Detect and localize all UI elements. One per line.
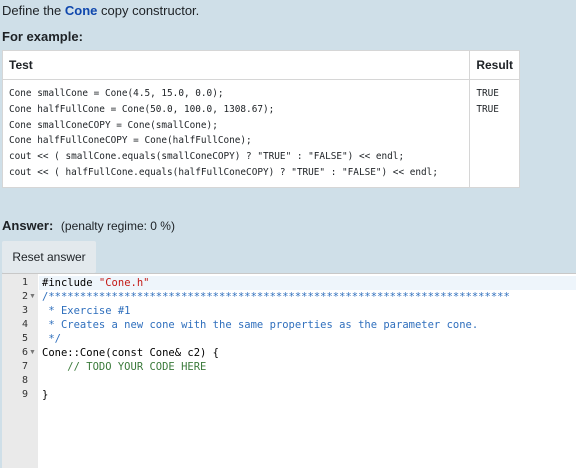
code-editor[interactable]: 1 #include "Cone.h" 2 ▼ /***************…: [2, 273, 576, 468]
line-code: * Creates a new cone with the same prope…: [42, 319, 479, 331]
editor-line[interactable]: 6 ▼ Cone::Cone(const Cone& c2) {: [22, 346, 576, 360]
prompt-suffix: copy constructor.: [101, 3, 200, 18]
line-number: 5: [21, 333, 28, 344]
line-number: 9: [21, 389, 28, 400]
examples-header-row: Test Result: [1, 50, 520, 80]
test-line: Cone halfFullCone = Cone(50.0, 100.0, 13…: [9, 103, 275, 115]
line-number: 6: [21, 347, 28, 358]
line-number: 2: [21, 291, 28, 302]
editor-line[interactable]: 9 }: [22, 388, 576, 402]
examples-table: Test Result Cone smallCone = Cone(4.5, 1…: [1, 50, 520, 188]
editor-line[interactable]: 2 ▼ /***********************************…: [22, 290, 576, 304]
editor-line[interactable]: 8: [22, 374, 576, 388]
test-line: Cone halfFullConeCOPY = Cone(halfFullCon…: [9, 135, 252, 147]
test-line: Cone smallConeCOPY = Cone(smallCone);: [9, 119, 218, 131]
prompt-prefix: Define the: [2, 3, 62, 18]
header-result: Result: [469, 50, 520, 80]
line-number: 7: [21, 361, 28, 372]
editor-line[interactable]: 5 */: [22, 332, 576, 346]
editor-code-area[interactable]: 1 #include "Cone.h" 2 ▼ /***************…: [22, 274, 576, 468]
fold-arrow-icon[interactable]: ▼: [29, 346, 36, 360]
result-cell: TRUE TRUE: [469, 79, 520, 188]
answer-heading: Answer: (penalty regime: 0 %): [2, 218, 175, 233]
test-cell: Cone smallCone = Cone(4.5, 15.0, 0.0); C…: [1, 79, 471, 188]
editor-line[interactable]: 1 #include "Cone.h": [22, 276, 576, 290]
example-row: Cone smallCone = Cone(4.5, 15.0, 0.0); C…: [1, 79, 520, 188]
penalty-regime: (penalty regime: 0 %): [60, 219, 175, 233]
editor-line[interactable]: 4 * Creates a new cone with the same pro…: [22, 318, 576, 332]
line-code: * Exercise #1: [42, 305, 131, 317]
result-line: TRUE: [476, 88, 499, 99]
result-line: TRUE: [476, 103, 499, 115]
line-code: // TODO YOUR CODE HERE: [42, 361, 207, 373]
test-line: cout << ( smallCone.equals(smallConeCOPY…: [9, 151, 405, 163]
fold-arrow-icon[interactable]: ▼: [29, 290, 36, 304]
reset-answer-button[interactable]: Reset answer: [2, 241, 96, 273]
line-code: }: [42, 389, 49, 401]
question-prompt: Define the Cone copy constructor.: [2, 3, 199, 18]
test-line: Cone smallCone = Cone(4.5, 15.0, 0.0);: [9, 88, 224, 99]
line-number: 8: [21, 375, 28, 386]
line-code: Cone::Cone(const Cone& c2) {: [42, 347, 220, 359]
prompt-class-name: Cone: [64, 3, 98, 18]
line-number: 4: [21, 319, 28, 330]
line-number: 3: [21, 305, 28, 316]
line-code: */: [42, 333, 61, 345]
line-code: #include "Cone.h": [42, 277, 150, 289]
line-code: /***************************************…: [42, 291, 510, 303]
test-line: cout << ( halfFullCone.equals(halfFullCo…: [9, 166, 438, 178]
line-number: 1: [21, 277, 28, 288]
answer-label: Answer:: [2, 218, 54, 233]
editor-line[interactable]: 7 // TODO YOUR CODE HERE: [22, 360, 576, 374]
editor-line[interactable]: 3 * Exercise #1: [22, 304, 576, 318]
header-test: Test: [1, 50, 471, 80]
for-example-heading: For example:: [2, 29, 83, 44]
